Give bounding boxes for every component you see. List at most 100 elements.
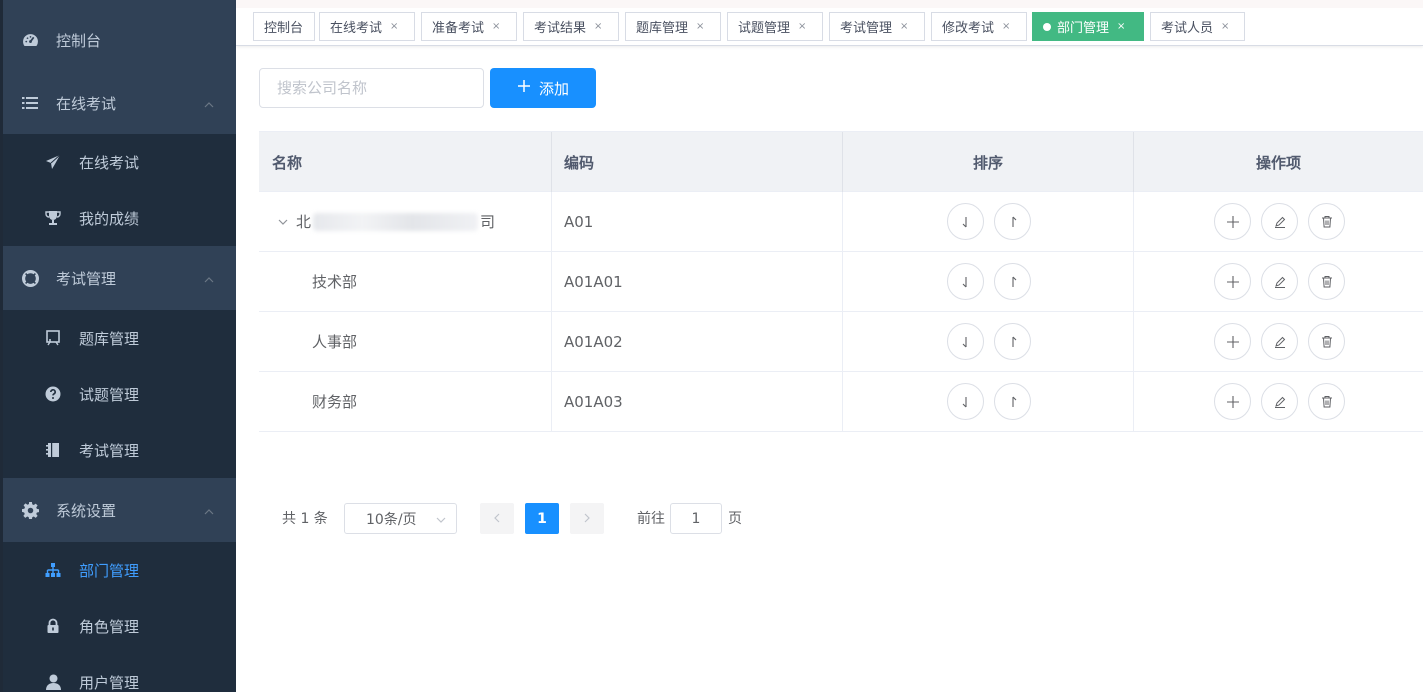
sidebar-item-label: 用户管理 [79, 673, 140, 692]
chevron-up-icon [204, 503, 214, 515]
tab-online-exam[interactable]: 在线考试 × [319, 12, 415, 41]
redacted-blur [313, 212, 479, 231]
sidebar-item-online-exam[interactable]: 在线考试 [3, 72, 236, 134]
tab-label: 考试管理 [840, 21, 893, 36]
sidebar-item-dashboard[interactable]: 控制台 [3, 9, 236, 71]
add-child-button[interactable] [1214, 323, 1251, 360]
goto-label: 前往 [637, 511, 665, 527]
row-name-end: 司 [480, 213, 496, 231]
search-company-input[interactable] [259, 68, 484, 108]
delete-button[interactable] [1308, 203, 1345, 240]
next-page-button[interactable] [570, 503, 604, 534]
plus-icon [517, 79, 531, 97]
tab-edit-exam[interactable]: 修改考试 × [931, 12, 1027, 41]
tab-label: 准备考试 [432, 21, 485, 36]
sort-cell [843, 192, 1134, 251]
tab-label: 试题管理 [738, 21, 791, 36]
close-icon[interactable]: × [1221, 21, 1229, 32]
sort-cell [843, 252, 1134, 311]
sort-cell [843, 372, 1134, 431]
prev-page-button[interactable] [480, 503, 514, 534]
sidebar-item-label: 考试管理 [56, 269, 117, 288]
move-up-button[interactable] [994, 383, 1031, 420]
sidebar-item-question-mgmt[interactable]: 试题管理 [3, 366, 236, 422]
sidebar-item-dept-mgmt[interactable]: 部门管理 [3, 542, 236, 598]
close-icon[interactable]: × [594, 21, 602, 32]
tab-dept-mgmt[interactable]: 部门管理 × [1032, 12, 1144, 41]
edit-button[interactable] [1261, 383, 1298, 420]
close-icon[interactable]: × [1117, 21, 1125, 32]
close-icon[interactable]: × [798, 21, 806, 32]
move-up-button[interactable] [994, 203, 1031, 240]
notebook-icon [44, 441, 62, 459]
edit-button[interactable] [1261, 203, 1298, 240]
dashboard-icon [21, 31, 39, 49]
edit-button[interactable] [1261, 323, 1298, 360]
sidebar-item-system-settings[interactable]: 系统设置 [3, 479, 236, 541]
lock-icon [44, 617, 62, 635]
edit-button[interactable] [1261, 263, 1298, 300]
actions-cell [1134, 252, 1423, 311]
page-size-value: 10条/页 [366, 511, 417, 528]
code-cell: A01A02 [552, 312, 843, 371]
sidebar-item-user-mgmt[interactable]: 用户管理 [3, 654, 236, 692]
close-icon[interactable]: × [696, 21, 704, 32]
sidebar-item-label: 试题管理 [79, 385, 140, 404]
chevron-right-icon [583, 511, 591, 527]
sidebar-item-exam-mgmt[interactable]: 考试管理 [3, 247, 236, 309]
move-down-button[interactable] [947, 263, 984, 300]
delete-button[interactable] [1308, 263, 1345, 300]
tab-question-mgmt[interactable]: 试题管理 × [727, 12, 823, 41]
pagination-total: 共 1 条 [282, 511, 328, 527]
lifebuoy-icon [21, 269, 39, 287]
delete-button[interactable] [1308, 323, 1345, 360]
sidebar-item-label: 系统设置 [56, 501, 117, 520]
name-cell: 财务部 [259, 372, 552, 431]
close-icon[interactable]: × [492, 21, 500, 32]
department-table: 名称 编码 排序 操作项 北 司 A01 技术部 A01A01 人事部 A01A… [259, 131, 1423, 432]
delete-button[interactable] [1308, 383, 1345, 420]
sidebar-item-exam-mgmt-sub[interactable]: 考试管理 [3, 422, 236, 478]
sidebar-item-question-bank[interactable]: 题库管理 [3, 310, 236, 366]
add-child-button[interactable] [1214, 263, 1251, 300]
table-row: 人事部 A01A02 [259, 312, 1423, 372]
add-child-button[interactable] [1214, 383, 1251, 420]
tab-exam-result[interactable]: 考试结果 × [523, 12, 619, 41]
close-icon[interactable]: × [390, 21, 398, 32]
sitemap-icon [44, 561, 62, 579]
code-cell: A01A01 [552, 252, 843, 311]
list-icon [21, 94, 39, 112]
move-down-button[interactable] [947, 383, 984, 420]
goto-page-input[interactable] [670, 503, 722, 534]
page-size-select[interactable]: 10条/页 [344, 503, 457, 534]
sidebar-item-role-mgmt[interactable]: 角色管理 [3, 598, 236, 654]
chevron-up-icon [204, 96, 214, 108]
add-button-label: 添加 [538, 79, 569, 98]
chevron-down-icon[interactable] [278, 217, 288, 227]
tab-question-bank[interactable]: 题库管理 × [625, 12, 721, 41]
close-icon[interactable]: × [1002, 21, 1010, 32]
move-down-button[interactable] [947, 323, 984, 360]
page-number-current[interactable]: 1 [525, 503, 559, 534]
tab-label: 修改考试 [942, 21, 995, 36]
tab-dashboard[interactable]: 控制台 [253, 12, 315, 41]
move-up-button[interactable] [994, 323, 1031, 360]
tab-label: 考试结果 [534, 21, 587, 36]
close-icon[interactable]: × [900, 21, 908, 32]
tab-exam-personnel[interactable]: 考试人员 × [1150, 12, 1245, 41]
trophy-icon [44, 209, 62, 227]
move-down-button[interactable] [947, 203, 984, 240]
code-cell: A01 [552, 192, 843, 251]
add-child-button[interactable] [1214, 203, 1251, 240]
tab-exam-mgmt[interactable]: 考试管理 × [829, 12, 925, 41]
sidebar-item-online-exam-sub[interactable]: 在线考试 [3, 134, 236, 190]
tab-label: 在线考试 [330, 21, 383, 36]
name-cell: 北 司 [259, 192, 552, 251]
add-button[interactable]: 添加 [490, 68, 596, 108]
column-header-code: 编码 [552, 132, 843, 192]
tab-prepare-exam[interactable]: 准备考试 × [421, 12, 517, 41]
page-suffix-label: 页 [728, 511, 742, 527]
move-up-button[interactable] [994, 263, 1031, 300]
sort-cell [843, 312, 1134, 371]
sidebar-item-my-scores[interactable]: 我的成绩 [3, 190, 236, 246]
